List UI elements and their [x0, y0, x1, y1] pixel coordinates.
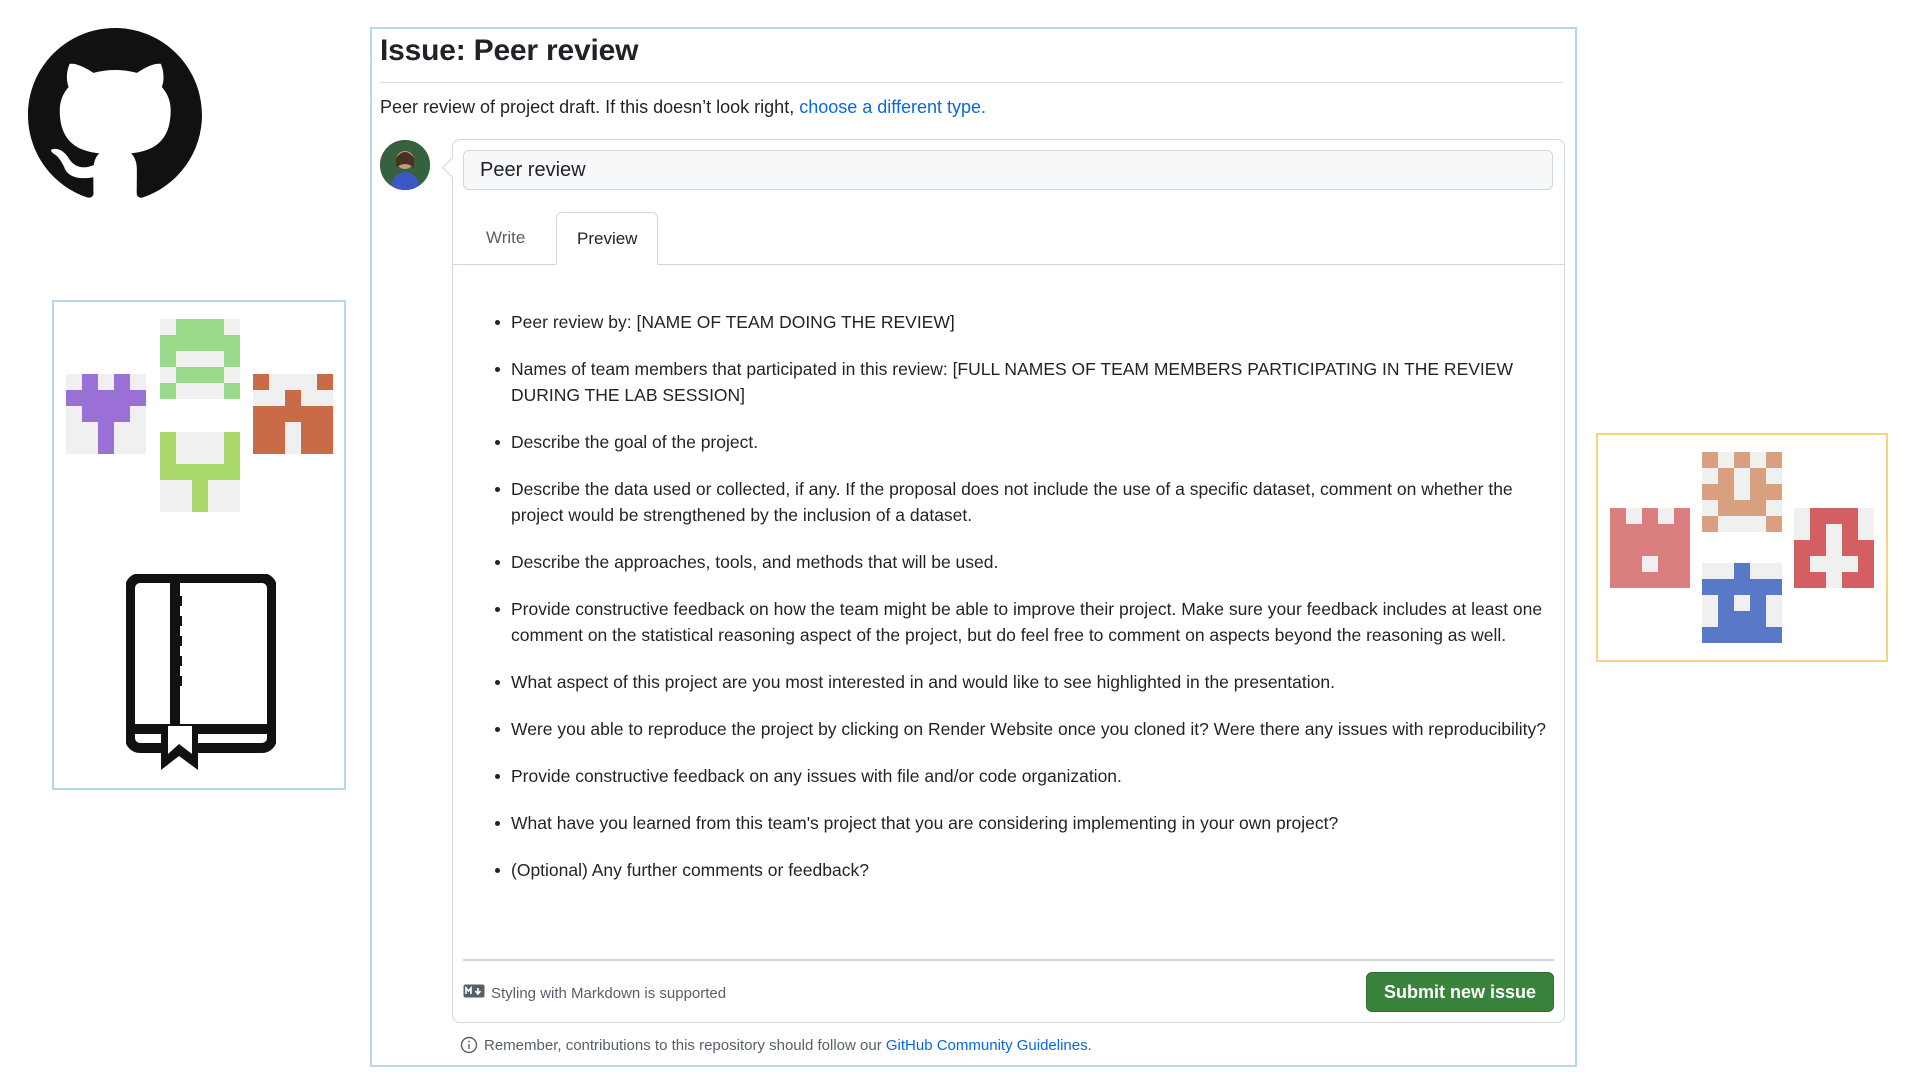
identicon-peach	[1702, 452, 1782, 532]
preview-list: Peer review by: [NAME OF TEAM DOING THE …	[453, 309, 1553, 904]
identicon-lime	[160, 432, 240, 512]
list-item: What have you learned from this team's p…	[495, 810, 1553, 836]
compose-footer-divider	[463, 959, 1554, 961]
new-issue-form: Issue: Peer review Peer review of projec…	[370, 27, 1577, 1067]
list-item: Names of team members that participated …	[495, 356, 1553, 408]
list-item: Were you able to reproduce the project b…	[495, 716, 1553, 742]
list-item: (Optional) Any further comments or feedb…	[495, 857, 1553, 883]
markdown-hint-text: Styling with Markdown is supported	[491, 984, 727, 1002]
repo-book-icon	[125, 573, 277, 774]
right-illustration-panel	[1596, 433, 1888, 662]
template-description-text: Peer review of project draft. If this do…	[380, 97, 795, 117]
template-description: Peer review of project draft. If this do…	[380, 97, 986, 118]
issue-title-input[interactable]	[463, 150, 1553, 190]
identicon-pink	[1610, 508, 1690, 588]
title-divider	[380, 82, 1563, 83]
tab-preview[interactable]: Preview	[556, 212, 659, 265]
github-octocat-icon	[28, 28, 202, 202]
identicon-green	[160, 319, 240, 399]
identicon-orange	[253, 374, 333, 454]
list-item: Provide constructive feedback on any iss…	[495, 763, 1553, 789]
identicon-blue	[1702, 563, 1782, 643]
list-item: Provide constructive feedback on how the…	[495, 596, 1553, 648]
list-item: Describe the data used or collected, if …	[495, 476, 1553, 528]
issue-compose-box: Write Preview Peer review by: [NAME OF T…	[452, 139, 1565, 1023]
guidelines-end: .	[1087, 1036, 1092, 1054]
identicon-red	[1794, 508, 1874, 588]
submit-new-issue-button[interactable]: Submit new issue	[1366, 972, 1554, 1012]
community-guidelines-link[interactable]: GitHub Community Guidelines	[886, 1037, 1088, 1054]
list-item: Describe the approaches, tools, and meth…	[495, 549, 1553, 575]
page-title: Issue: Peer review	[380, 34, 639, 67]
community-guidelines-note: Remember, contributions to this reposito…	[460, 1036, 1092, 1054]
preview-content: Peer review by: [NAME OF TEAM DOING THE …	[453, 264, 1564, 960]
guidelines-text: Remember, contributions to this reposito…	[484, 1036, 882, 1054]
identicon-purple	[66, 374, 146, 454]
editor-tabs: Write Preview	[453, 212, 1564, 265]
markdown-hint[interactable]: Styling with Markdown is supported	[463, 984, 726, 1002]
info-icon	[460, 1036, 478, 1054]
tab-write[interactable]: Write	[466, 212, 545, 264]
left-illustration-panel	[52, 300, 346, 790]
list-item: Describe the goal of the project.	[495, 429, 1553, 455]
list-item: What aspect of this project are you most…	[495, 669, 1553, 695]
choose-different-type-link[interactable]: choose a different type.	[799, 97, 986, 117]
avatar[interactable]	[380, 140, 430, 190]
markdown-icon	[463, 984, 485, 1002]
list-item: Peer review by: [NAME OF TEAM DOING THE …	[495, 309, 1553, 335]
